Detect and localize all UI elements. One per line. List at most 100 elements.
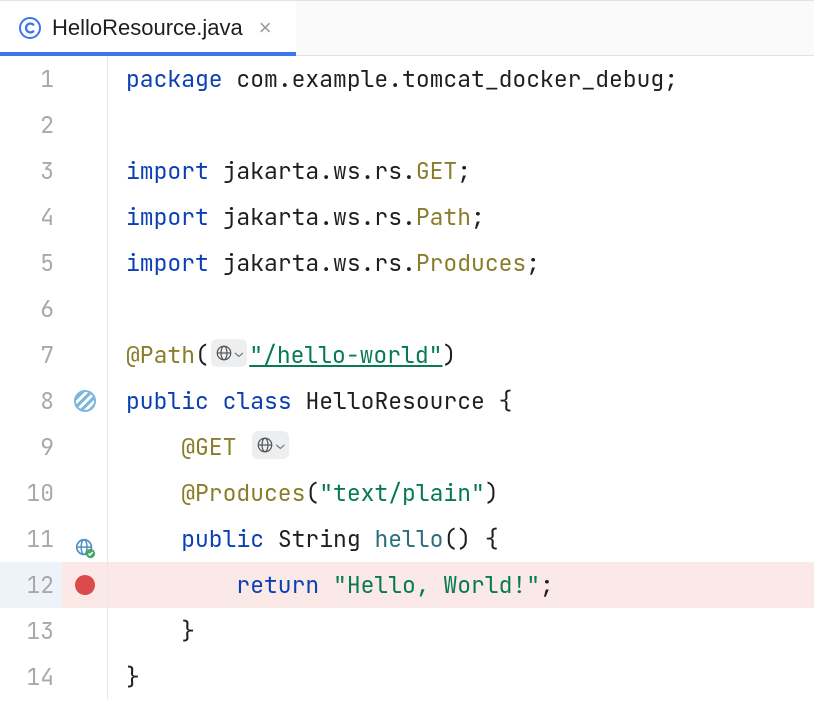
code-text[interactable]: [108, 102, 126, 148]
gutter-cell[interactable]: [62, 332, 108, 378]
gutter-cell[interactable]: [62, 56, 108, 102]
semicolon: ;: [526, 240, 540, 286]
code-text[interactable]: @Produces("text/plain"): [108, 470, 499, 516]
ret-type: String: [278, 516, 361, 562]
package-name: com.example.tomcat_docker_debug: [236, 56, 664, 102]
kw-import: import: [126, 148, 209, 194]
import-base: jakarta.ws.rs.: [223, 240, 416, 286]
code-line[interactable]: 9 @GET ⌄: [0, 424, 814, 470]
line-number: 2: [0, 102, 62, 148]
endpoint-icon[interactable]: [74, 528, 96, 550]
line-number: 4: [0, 194, 62, 240]
code-line[interactable]: 1 package com.example.tomcat_docker_debu…: [0, 56, 814, 102]
url-globe-chip[interactable]: ⌄: [211, 339, 247, 367]
tab-helloresource[interactable]: HelloResource.java ×: [0, 1, 296, 55]
line-number: 3: [0, 148, 62, 194]
code-text[interactable]: public String hello() {: [108, 516, 499, 562]
lbrace: {: [499, 378, 513, 424]
code-text[interactable]: import jakarta.ws.rs.Path;: [108, 194, 485, 240]
rbrace: }: [126, 654, 140, 700]
chevron-down-icon: ⌄: [235, 330, 243, 376]
type-get: GET: [416, 148, 457, 194]
line-number: 9: [0, 424, 62, 470]
code-line[interactable]: 4 import jakarta.ws.rs.Path;: [0, 194, 814, 240]
lparen: (: [195, 332, 209, 378]
code-rows: 1 package com.example.tomcat_docker_debu…: [0, 56, 814, 712]
kw-public: public: [181, 516, 264, 562]
breakpoint-icon[interactable]: [75, 575, 95, 595]
code-text[interactable]: import jakarta.ws.rs.Produces;: [108, 240, 540, 286]
paren-pair: (): [443, 516, 471, 562]
class-name: HelloResource: [305, 378, 484, 424]
import-base: jakarta.ws.rs.: [223, 194, 416, 240]
inherited-icon[interactable]: [74, 390, 96, 412]
kw-package: package: [126, 56, 223, 102]
gutter-cell[interactable]: [62, 424, 108, 470]
code-line[interactable]: 6: [0, 286, 814, 332]
path-string: "/hello-world": [249, 332, 442, 378]
type-produces: Produces: [416, 240, 526, 286]
line-number: 11: [0, 516, 62, 562]
rbrace: }: [181, 608, 195, 654]
line-number: 8: [0, 378, 62, 424]
line-number: 12: [0, 562, 62, 608]
kw-public: public: [126, 378, 209, 424]
code-text[interactable]: import jakarta.ws.rs.GET;: [108, 148, 471, 194]
kw-import: import: [126, 240, 209, 286]
method-name: hello: [374, 516, 443, 562]
line-number: 13: [0, 608, 62, 654]
code-text[interactable]: @Path( ⌄ "/hello-world"): [108, 332, 456, 378]
ann-get: @GET: [181, 424, 236, 470]
rparen: ): [485, 470, 499, 516]
globe-icon: [215, 344, 233, 362]
java-class-icon: [18, 16, 42, 40]
code-text[interactable]: package com.example.tomcat_docker_debug;: [108, 56, 678, 102]
code-line[interactable]: 5 import jakarta.ws.rs.Produces;: [0, 240, 814, 286]
type-path: Path: [416, 194, 471, 240]
url-globe-chip[interactable]: ⌄: [252, 431, 288, 459]
gutter-cell[interactable]: [62, 194, 108, 240]
tab-filename: HelloResource.java: [52, 15, 243, 41]
line-number: 7: [0, 332, 62, 378]
gutter-cell[interactable]: [62, 240, 108, 286]
gutter-cell[interactable]: [62, 654, 108, 700]
code-text[interactable]: }: [108, 608, 195, 654]
lbrace: {: [485, 516, 499, 562]
code-line[interactable]: 3 import jakarta.ws.rs.GET;: [0, 148, 814, 194]
code-line[interactable]: 7 @Path( ⌄ "/hello-world"): [0, 332, 814, 378]
code-line[interactable]: 8 public class HelloResource {: [0, 378, 814, 424]
import-base: jakarta.ws.rs.: [223, 148, 416, 194]
code-text[interactable]: public class HelloResource {: [108, 378, 512, 424]
gutter-cell[interactable]: [62, 378, 108, 424]
code-line[interactable]: 13 }: [0, 608, 814, 654]
code-line[interactable]: 2: [0, 102, 814, 148]
code-line[interactable]: 10 @Produces("text/plain"): [0, 470, 814, 516]
gutter-cell[interactable]: [62, 562, 108, 608]
line-number: 14: [0, 654, 62, 700]
code-line[interactable]: 14 }: [0, 654, 814, 700]
gutter-cell[interactable]: [62, 148, 108, 194]
gutter-cell[interactable]: [62, 286, 108, 332]
line-number: 5: [0, 240, 62, 286]
chevron-down-icon: ⌄: [276, 422, 284, 468]
line-number: 1: [0, 56, 62, 102]
code-line-breakpoint[interactable]: 12 return "Hello, World!";: [0, 562, 814, 608]
kw-import: import: [126, 194, 209, 240]
produces-string: "text/plain": [319, 470, 485, 516]
code-text[interactable]: [108, 286, 126, 332]
rparen: ): [442, 332, 456, 378]
return-string: "Hello, World!": [333, 562, 540, 608]
gutter-cell[interactable]: [62, 102, 108, 148]
kw-class: class: [223, 378, 292, 424]
code-line[interactable]: 11 public String hello() {: [0, 516, 814, 562]
editor[interactable]: 1 package com.example.tomcat_docker_debu…: [0, 56, 814, 712]
code-text[interactable]: }: [108, 654, 140, 700]
gutter-cell[interactable]: [62, 516, 108, 562]
gutter-cell[interactable]: [62, 608, 108, 654]
semicolon: ;: [540, 562, 554, 608]
code-text[interactable]: return "Hello, World!";: [108, 562, 554, 608]
code-text[interactable]: @GET ⌄: [108, 424, 291, 470]
semicolon: ;: [471, 194, 485, 240]
close-icon[interactable]: ×: [253, 15, 278, 41]
gutter-cell[interactable]: [62, 470, 108, 516]
